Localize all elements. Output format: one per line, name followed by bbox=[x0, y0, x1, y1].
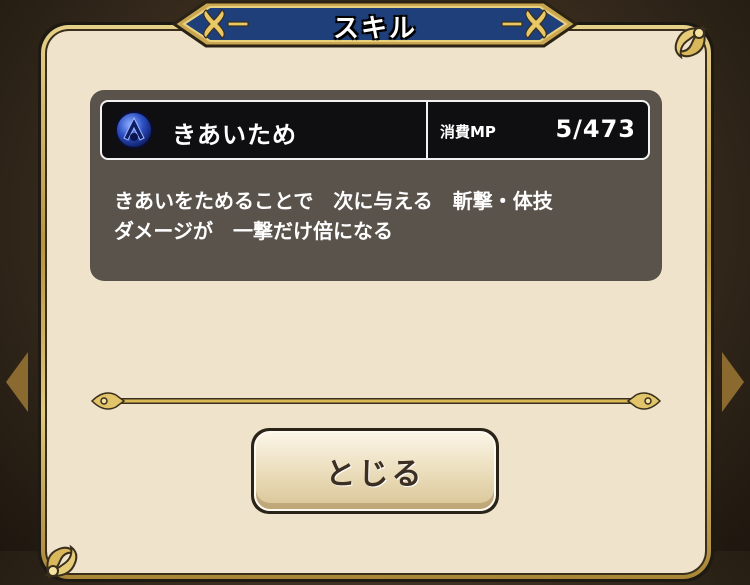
corner-ornament-icon bbox=[44, 544, 78, 579]
close-button-label: とじる bbox=[325, 457, 425, 492]
title-plaque: スキル bbox=[170, 0, 580, 48]
mp-label: 消費MP bbox=[440, 123, 496, 141]
blue-skill-orb-icon bbox=[115, 111, 153, 149]
close-button[interactable]: とじる bbox=[251, 428, 499, 514]
dialog-title: スキル bbox=[332, 14, 417, 44]
skill-description: きあいをためることで 次に与える 斬撃・体技 ダメージが 一撃だけ倍になる bbox=[114, 186, 654, 246]
description-line: きあいをためることで 次に与える 斬撃・体技 bbox=[114, 189, 553, 213]
ornamental-divider bbox=[90, 392, 662, 410]
description-line: ダメージが 一撃だけ倍になる bbox=[114, 219, 393, 243]
next-arrow-icon[interactable] bbox=[722, 352, 744, 412]
skill-row: きあいため 消費MP 5/473 bbox=[100, 100, 650, 160]
mp-value: 5/473 bbox=[555, 115, 636, 143]
skill-name: きあいため bbox=[172, 121, 297, 149]
prev-arrow-icon[interactable] bbox=[6, 352, 28, 412]
corner-ornament-icon bbox=[674, 25, 708, 60]
close-button-face[interactable]: とじる bbox=[254, 431, 496, 511]
skill-info-box: きあいため 消費MP 5/473 きあいをためることで 次に与える 斬撃・体技ダ… bbox=[90, 90, 662, 281]
skill-row-divider bbox=[426, 102, 428, 158]
